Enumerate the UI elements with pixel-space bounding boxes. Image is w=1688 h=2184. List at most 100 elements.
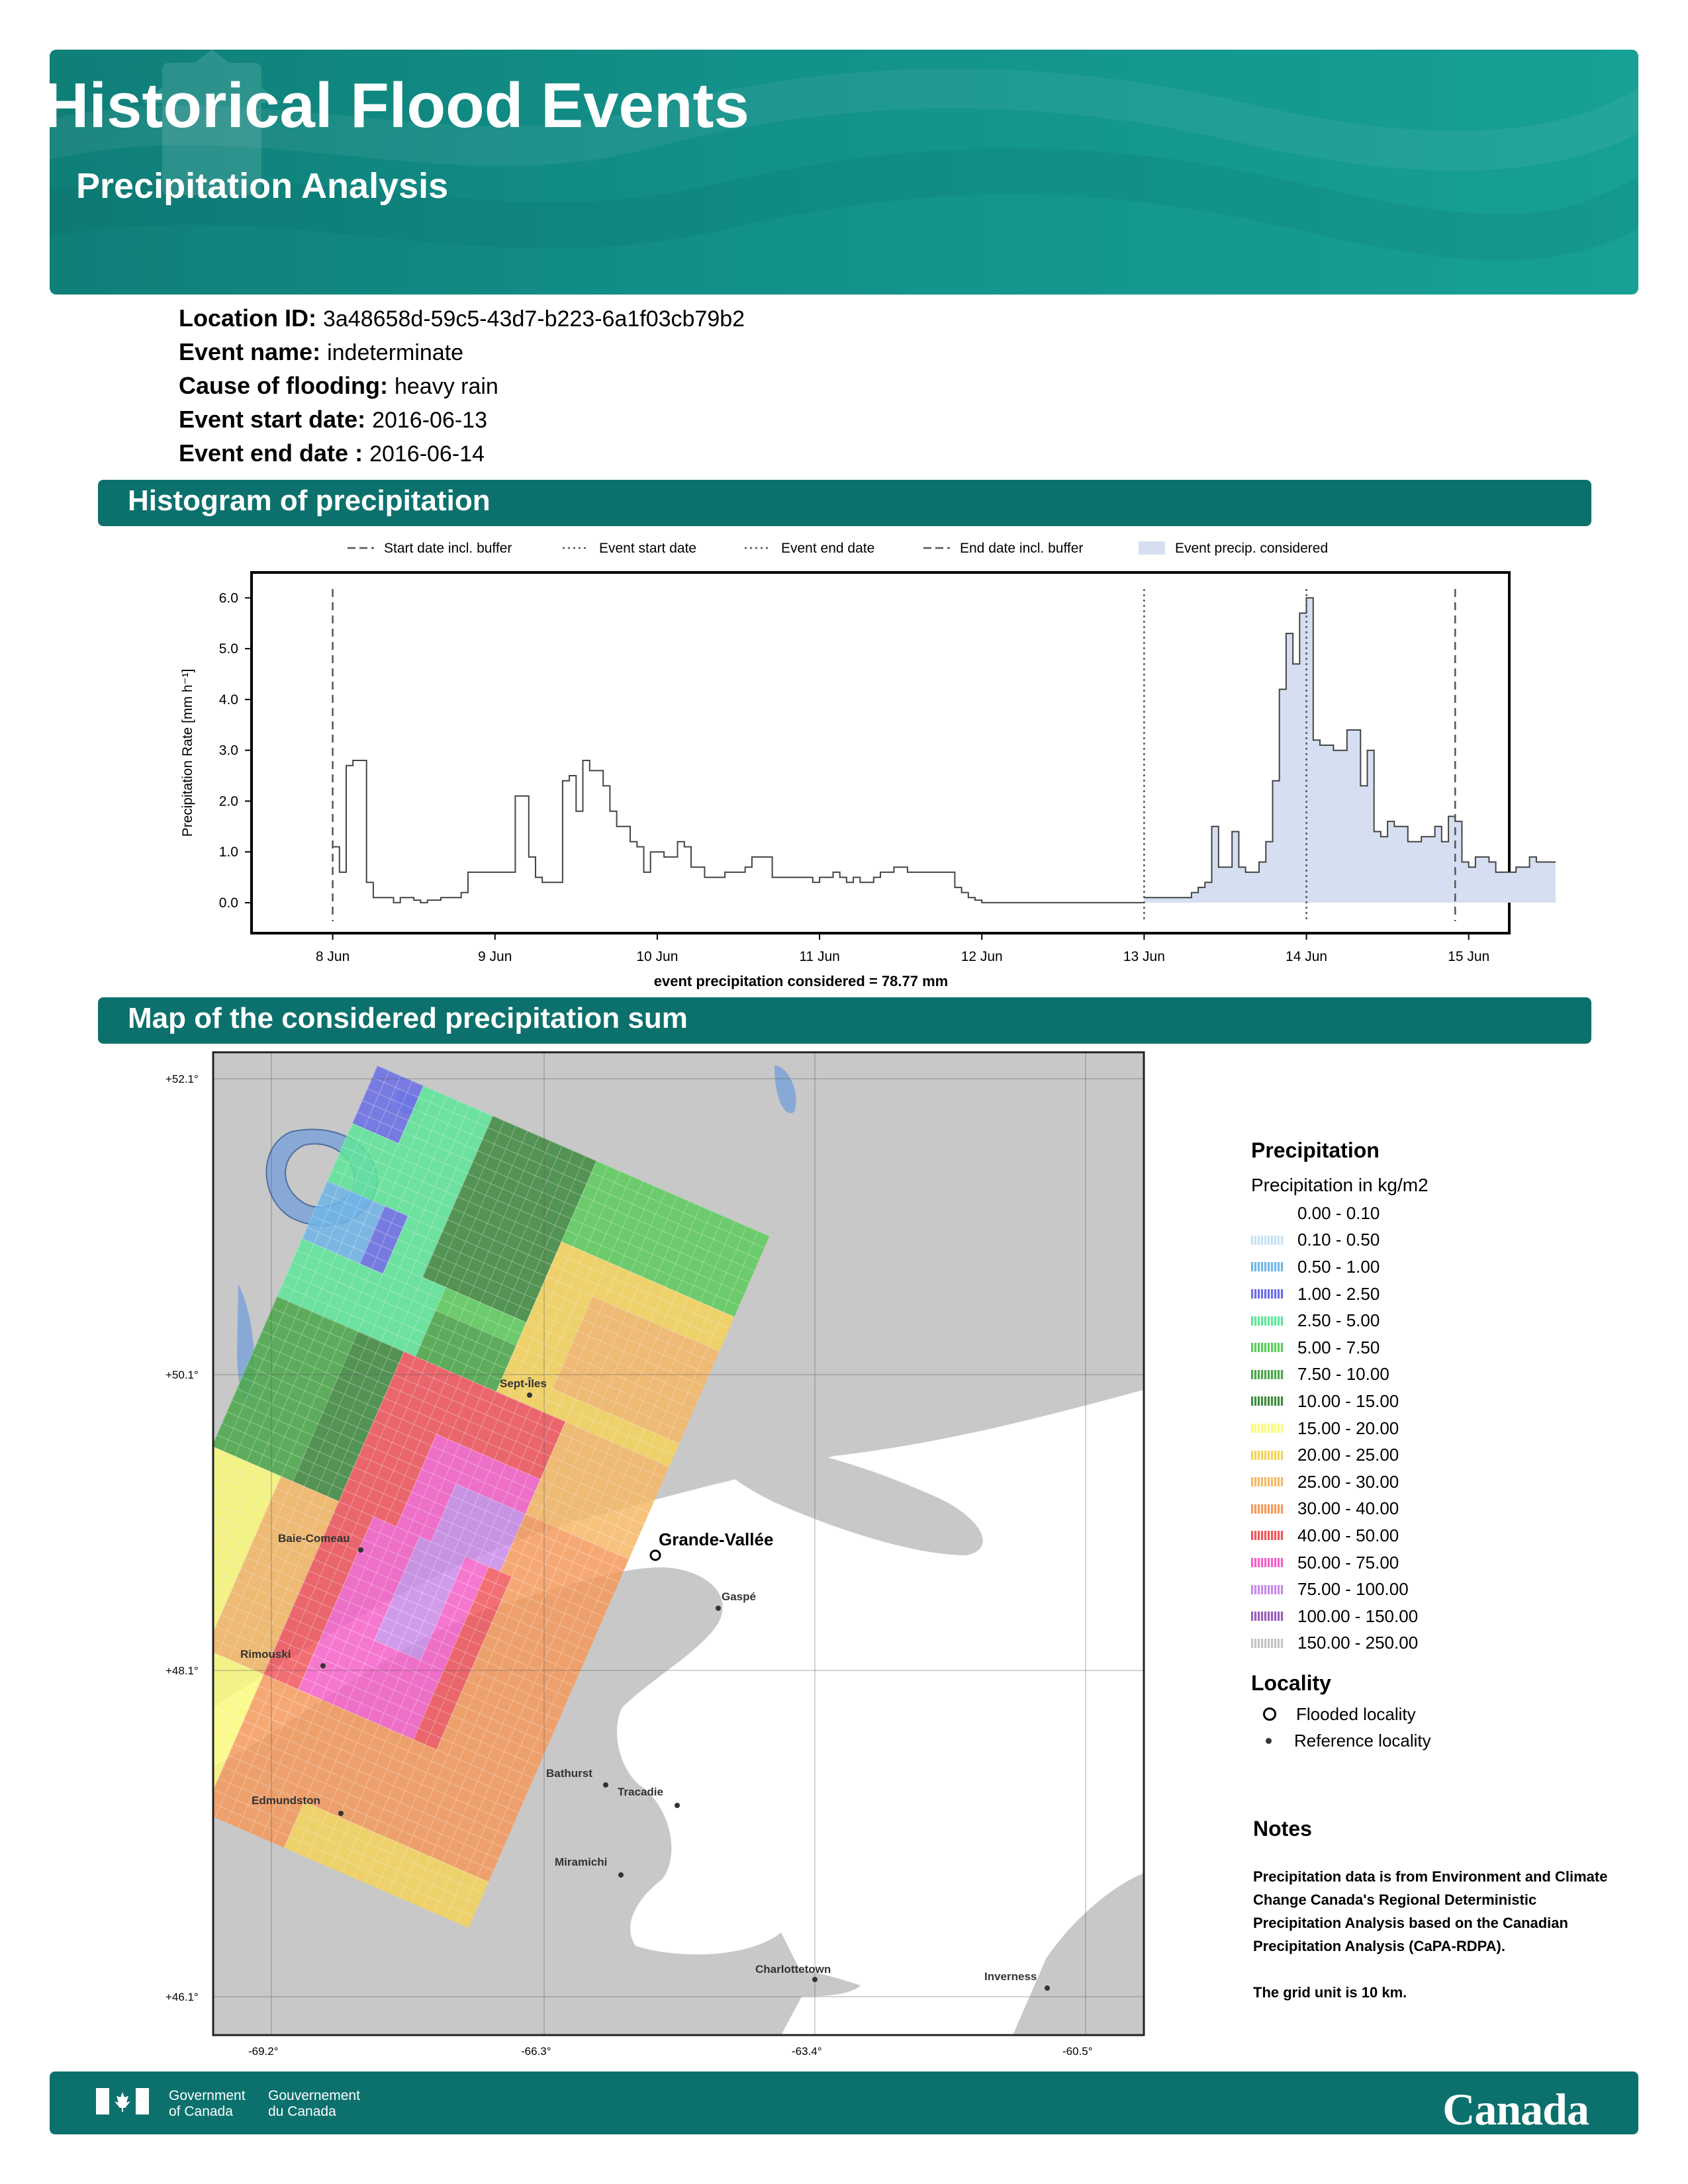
legend-class-row: 0.10 - 0.50 [1251, 1227, 1622, 1254]
legend-swatch [1251, 1612, 1284, 1621]
reference-locality-label: Reference locality [1294, 1731, 1431, 1751]
legend-class-row: 1.00 - 2.50 [1251, 1281, 1622, 1308]
legend-class-label: 150.00 - 250.00 [1297, 1633, 1419, 1653]
legend-class-row: 0.00 - 0.10 [1251, 1200, 1622, 1227]
reference-locality-dot [338, 1811, 344, 1816]
legend-swatch [1251, 1235, 1284, 1245]
locality-legend-title: Locality [1251, 1671, 1331, 1696]
reference-locality-label: Bathurst [546, 1767, 592, 1780]
canada-flag-icon [96, 2088, 149, 2115]
end-date-label: Event end date : [179, 439, 363, 467]
legend-swatch [1251, 1424, 1284, 1433]
reference-locality-label: Sept-Îles [500, 1377, 547, 1390]
legend-class-label: 10.00 - 15.00 [1297, 1390, 1399, 1411]
gov-fr-line1: Gouvernement [268, 2088, 360, 2103]
reference-locality-label: Edmundston [252, 1794, 320, 1807]
gov-en-text: Government of Canada [169, 2088, 246, 2120]
event-precip-fill [1144, 598, 1556, 903]
precip-cell-run [119, 1688, 175, 1730]
y-tick-label: 2.0 [219, 794, 238, 809]
histogram-section-bar: Histogram of precipitation [98, 480, 1591, 526]
legend-swatch [1251, 1316, 1284, 1326]
x-tick-label: 9 Jun [478, 949, 512, 964]
legend-class-label: 20.00 - 25.00 [1297, 1445, 1399, 1465]
legend-swatch [1251, 1477, 1284, 1487]
x-tick-label: 15 Jun [1448, 949, 1489, 964]
legend-class-row: 20.00 - 25.00 [1251, 1441, 1622, 1469]
reference-locality-label: Tracadie [618, 1786, 663, 1798]
flooded-locality-icon [1263, 1707, 1276, 1721]
y-tick-label: 4.0 [219, 692, 238, 707]
legend-class-row: 15.00 - 20.00 [1251, 1415, 1622, 1442]
legend-reference-row: Reference locality [1251, 1728, 1622, 1755]
precip-cell-run [213, 1596, 216, 1638]
flooded-locality-marker [649, 1549, 661, 1561]
legend-class-row: 25.00 - 30.00 [1251, 1469, 1622, 1496]
legend-swatch [1251, 1584, 1284, 1594]
legend-swatch [1251, 1262, 1284, 1272]
legend-class-label: 100.00 - 150.00 [1297, 1606, 1419, 1626]
legend-entry: Event end date [781, 541, 874, 556]
location-id-value: 3a48658d-59c5-43d7-b223-6a1f03cb79b2 [322, 306, 745, 332]
precip-cell-run [119, 1746, 151, 1788]
legend-class-row: 0.50 - 1.00 [1251, 1253, 1622, 1281]
x-tick-label: 11 Jun [799, 949, 840, 964]
map-section-title: Map of the considered precipitation sum [128, 1002, 688, 1034]
legend-class-label: 0.50 - 1.00 [1297, 1256, 1380, 1277]
precipitation-histogram: Start date incl. buffer Event start date E… [180, 541, 1556, 989]
legend-class-row: 150.00 - 250.00 [1251, 1630, 1622, 1657]
y-tick-label: 0.0 [219, 895, 238, 911]
legend-class-row: 2.50 - 5.00 [1251, 1307, 1622, 1334]
x-axis: 8 Jun 9 Jun 10 Jun 11 Jun 12 Jun 13 Jun 14 Jun… [316, 933, 1489, 964]
histogram-section-title: Histogram of precipitation [128, 484, 491, 517]
notes-title: Notes [1253, 1817, 1312, 1841]
lon-label: -60.5° [1062, 2045, 1093, 2058]
legend-subtitle: Precipitation in kg/m2 [1251, 1175, 1429, 1195]
event-name-value: indeterminate [327, 340, 464, 365]
reference-locality-label: Rimouski [240, 1648, 291, 1661]
flooded-locality-label: Grande-Vallée [659, 1529, 773, 1549]
reference-locality-dot [675, 1803, 680, 1808]
event-name-label: Event name: [179, 338, 321, 365]
precip-cell-run [119, 1723, 161, 1764]
precip-cell-run [119, 1735, 156, 1776]
start-date-value: 2016-06-13 [372, 408, 487, 433]
legend-class-label: 50.00 - 75.00 [1297, 1552, 1399, 1572]
legend-swatch [1251, 1531, 1284, 1541]
reference-locality-dot [320, 1663, 326, 1668]
legend-class-label: 2.50 - 5.00 [1297, 1310, 1380, 1331]
x-tick-label: 12 Jun [961, 949, 1003, 964]
precip-cell-run [132, 1619, 206, 1661]
end-date-row: Event end date :2016-06-14 [179, 439, 485, 467]
reference-locality-dot [1045, 1985, 1050, 1991]
precip-cell-run [119, 1700, 171, 1741]
legend-class-label: 25.00 - 30.00 [1297, 1471, 1399, 1492]
footer-bar: Government of Canada Gouvernement du Canad… [50, 2071, 1638, 2134]
legend-class-row: 10.00 - 15.00 [1251, 1388, 1622, 1415]
cause-label: Cause of flooding: [179, 372, 388, 399]
lon-label: -69.2° [248, 2045, 279, 2058]
reference-locality-label: Miramichi [555, 1856, 607, 1868]
gov-en-line2: of Canada [169, 2104, 233, 2119]
map-legend: Precipitation Precipitation in kg/m2 0.0… [1251, 1138, 1622, 1754]
flooded-locality-label: Flooded locality [1296, 1704, 1416, 1724]
precip-total-annotation: event precipitation considered = 78.77 m… [654, 973, 948, 989]
y-axis: 0.0 1.0 2.0 3.0 4.0 5.0 6.0 [219, 590, 252, 911]
legend-title: Precipitation [1251, 1138, 1380, 1162]
notes-block: Notes Precipitation data is from Environ… [1253, 1817, 1611, 2004]
lat-label: +46.1° [165, 1991, 199, 2003]
longitude-labels: -69.2° -66.3° -63.4° -60.5° [248, 2045, 1093, 2058]
legend-entry: Event precip. considered [1175, 541, 1328, 556]
lat-label: +48.1° [165, 1664, 199, 1677]
legend-class-row: 7.50 - 10.00 [1251, 1361, 1622, 1388]
lat-label: +52.1° [165, 1073, 199, 1085]
legend-class-label: 40.00 - 50.00 [1297, 1525, 1399, 1545]
gov-fr-text: Gouvernement du Canada [268, 2088, 360, 2120]
reference-locality-label: Gaspé [722, 1590, 756, 1603]
x-tick-label: 10 Jun [636, 949, 678, 964]
legend-class-label: 75.00 - 100.00 [1297, 1579, 1409, 1600]
legend-class-label: 1.00 - 2.50 [1297, 1283, 1380, 1304]
legend-class-label: 15.00 - 20.00 [1297, 1418, 1399, 1438]
legend-class-label: 0.00 - 0.10 [1297, 1203, 1380, 1223]
legend-entry: End date incl. buffer [960, 541, 1083, 556]
